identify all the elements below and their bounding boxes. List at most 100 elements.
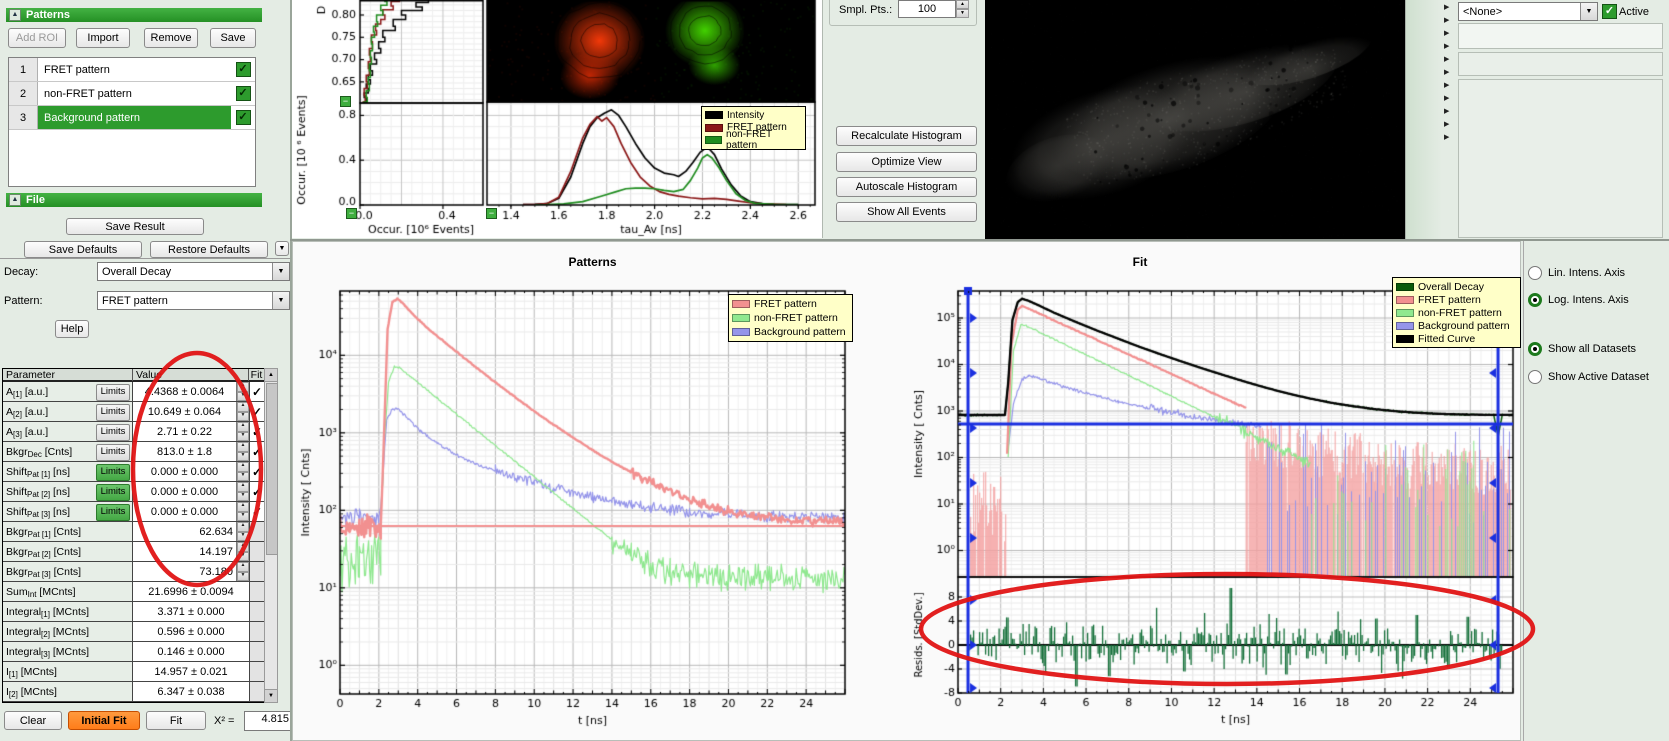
limits-button[interactable]: Limits xyxy=(96,444,130,461)
axis-handle[interactable]: − xyxy=(346,208,357,219)
collapse-up-icon[interactable]: ▲ xyxy=(9,194,21,206)
fit-checkbox[interactable]: ✓ xyxy=(249,482,264,501)
show-all-events-button[interactable]: Show All Events xyxy=(836,202,977,222)
clear-button[interactable]: Clear xyxy=(4,711,62,730)
fit-checkbox[interactable] xyxy=(249,662,264,681)
parameter-value[interactable]: 6.347 ± 0.038 xyxy=(133,682,249,701)
fit-checkbox[interactable]: ✓ xyxy=(249,502,264,521)
value-stepper[interactable]: ▲▼ xyxy=(236,562,249,581)
radio-label[interactable]: Lin. Intens. Axis xyxy=(1548,267,1625,279)
sample-points-input[interactable]: 100 xyxy=(898,0,956,18)
radio-label[interactable]: Show Active Dataset xyxy=(1548,371,1649,383)
decay-dropdown[interactable]: Overall Decay ▼ xyxy=(97,262,290,281)
radio-show-all-datasets[interactable] xyxy=(1528,342,1542,356)
fit-checkbox[interactable] xyxy=(249,582,264,601)
pattern-list-row[interactable]: 1FRET pattern✓ xyxy=(9,58,255,82)
pattern-list-row[interactable]: 2non-FRET pattern✓ xyxy=(9,82,255,106)
stepper-up-icon[interactable]: ▲ xyxy=(956,0,969,9)
active-checkbox[interactable]: ✓ xyxy=(1602,4,1617,19)
parameter-value[interactable]: 73.180 xyxy=(133,562,236,581)
stepper-up-icon[interactable]: ▲ xyxy=(237,382,249,392)
expander-arrow-icon[interactable]: ▶ xyxy=(1444,133,1449,141)
fit-checkbox[interactable]: ✓ xyxy=(249,462,264,481)
value-stepper[interactable]: ▲▼ xyxy=(236,422,249,441)
recalculate-histogram-button[interactable]: Recalculate Histogram xyxy=(836,126,977,146)
save-button[interactable]: Save xyxy=(210,28,256,48)
stepper-up-icon[interactable]: ▲ xyxy=(237,522,249,532)
save-result-button[interactable]: Save Result xyxy=(66,218,204,235)
sample-points-stepper[interactable]: ▲ ▼ xyxy=(956,0,969,18)
parameter-value[interactable]: 21.6996 ± 0.0094 xyxy=(133,582,249,601)
radio-log-intens-axis[interactable] xyxy=(1528,293,1542,307)
import-button[interactable]: Import xyxy=(76,28,130,48)
stepper-down-icon[interactable]: ▼ xyxy=(237,412,249,422)
panel-dropdown-button[interactable]: ▼ xyxy=(275,241,289,256)
limits-button[interactable]: Limits xyxy=(96,464,130,481)
stepper-down-icon[interactable]: ▼ xyxy=(956,9,969,18)
fit-checkbox[interactable]: ✓ xyxy=(249,402,264,421)
scroll-up-icon[interactable]: ▲ xyxy=(265,369,277,382)
pattern-name[interactable]: FRET pattern xyxy=(38,58,231,81)
chevron-down-icon[interactable]: ▼ xyxy=(272,263,289,280)
pattern-name[interactable]: non-FRET pattern xyxy=(38,82,231,105)
dataset-dropdown[interactable]: <None> ▼ xyxy=(1458,2,1598,21)
value-stepper[interactable]: ▲▼ xyxy=(236,482,249,501)
expander-arrow-icon[interactable]: ▶ xyxy=(1444,107,1449,115)
fit-checkbox[interactable] xyxy=(249,642,264,661)
fit-button[interactable]: Fit xyxy=(146,711,206,730)
stepper-down-icon[interactable]: ▼ xyxy=(237,392,249,402)
parameter-value[interactable]: 0.596 ± 0.000 xyxy=(133,622,249,641)
pattern-list-row[interactable]: 3Background pattern✓ xyxy=(9,106,255,130)
expander-arrow-icon[interactable]: ▶ xyxy=(1444,120,1449,128)
pattern-name[interactable]: Background pattern xyxy=(38,106,231,129)
parameter-value[interactable]: 0.146 ± 0.000 xyxy=(133,642,249,661)
stepper-up-icon[interactable]: ▲ xyxy=(237,402,249,412)
scroll-down-icon[interactable]: ▼ xyxy=(265,689,277,702)
parameter-value[interactable]: 2.71 ± 0.22 xyxy=(133,422,236,441)
expander-arrow-icon[interactable]: ▶ xyxy=(1444,94,1449,102)
save-defaults-button[interactable]: Save Defaults xyxy=(24,241,142,258)
value-stepper[interactable]: ▲▼ xyxy=(236,402,249,421)
file-section-header[interactable]: ▲ File xyxy=(6,193,262,207)
pattern-checkbox[interactable]: ✓ xyxy=(236,86,251,101)
fit-checkbox[interactable] xyxy=(249,602,264,621)
table-scrollbar[interactable]: ▲ ▼ xyxy=(264,368,278,703)
scrollbar-thumb[interactable] xyxy=(266,383,278,555)
stepper-up-icon[interactable]: ▲ xyxy=(237,562,249,572)
stepper-up-icon[interactable]: ▲ xyxy=(237,442,249,452)
parameter-value[interactable]: 0.000 ± 0.000 xyxy=(133,482,236,501)
stepper-down-icon[interactable]: ▼ xyxy=(237,552,249,562)
radio-lin-intens-axis[interactable] xyxy=(1528,266,1542,280)
value-stepper[interactable]: ▲▼ xyxy=(236,462,249,481)
fit-checkbox[interactable]: ✓ xyxy=(249,382,264,401)
parameter-value[interactable]: 4.4368 ± 0.0064 xyxy=(133,382,236,401)
horizontal-splitter[interactable] xyxy=(290,239,1669,241)
expander-arrow-icon[interactable]: ▶ xyxy=(1444,29,1449,37)
value-stepper[interactable]: ▲▼ xyxy=(236,442,249,461)
chevron-down-icon[interactable]: ▼ xyxy=(1580,3,1597,20)
fit-checkbox[interactable] xyxy=(249,542,264,561)
remove-button[interactable]: Remove xyxy=(144,28,198,48)
stepper-down-icon[interactable]: ▼ xyxy=(237,472,249,482)
optimize-view-button[interactable]: Optimize View xyxy=(836,152,977,172)
fit-checkbox[interactable]: ✓ xyxy=(249,442,264,461)
expander-arrow-icon[interactable]: ▶ xyxy=(1444,81,1449,89)
initial-fit-button[interactable]: Initial Fit xyxy=(68,711,140,730)
radio-label[interactable]: Log. Intens. Axis xyxy=(1548,294,1629,306)
stepper-down-icon[interactable]: ▼ xyxy=(237,492,249,502)
stepper-up-icon[interactable]: ▲ xyxy=(237,422,249,432)
limits-button[interactable]: Limits xyxy=(96,484,130,501)
stepper-down-icon[interactable]: ▼ xyxy=(237,512,249,522)
parameter-value[interactable]: 14.957 ± 0.021 xyxy=(133,662,249,681)
patterns-section-header[interactable]: ▲ Patterns xyxy=(6,8,262,22)
add-roi-button[interactable]: Add ROI xyxy=(8,28,66,48)
parameter-value[interactable]: 62.634 xyxy=(133,522,236,541)
limits-button[interactable]: Limits xyxy=(96,404,130,421)
expander-arrow-icon[interactable]: ▶ xyxy=(1444,3,1449,11)
value-stepper[interactable]: ▲▼ xyxy=(236,502,249,521)
axis-handle[interactable]: − xyxy=(486,208,497,219)
pattern-checkbox[interactable]: ✓ xyxy=(236,62,251,77)
value-stepper[interactable]: ▲▼ xyxy=(236,522,249,541)
parameter-value[interactable]: 10.649 ± 0.064 xyxy=(133,402,236,421)
pattern-checkbox[interactable]: ✓ xyxy=(236,110,251,125)
